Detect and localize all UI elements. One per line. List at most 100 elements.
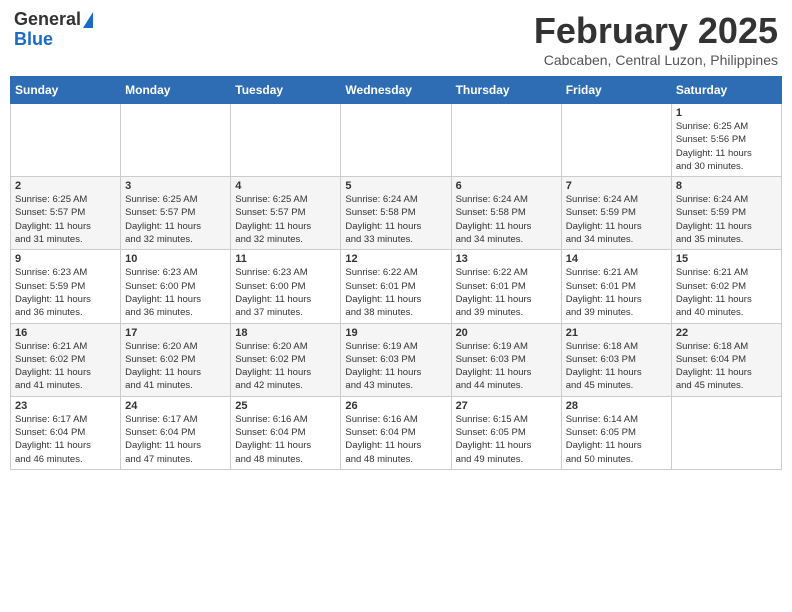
calendar-cell: 10Sunrise: 6:23 AM Sunset: 6:00 PM Dayli… — [121, 250, 231, 323]
day-number: 15 — [676, 253, 777, 265]
day-of-week-header: Wednesday — [341, 77, 451, 104]
calendar-cell — [451, 104, 561, 177]
day-info: Sunrise: 6:24 AM Sunset: 5:58 PM Dayligh… — [345, 193, 446, 246]
calendar-cell: 19Sunrise: 6:19 AM Sunset: 6:03 PM Dayli… — [341, 323, 451, 396]
day-number: 26 — [345, 400, 446, 412]
calendar-cell: 3Sunrise: 6:25 AM Sunset: 5:57 PM Daylig… — [121, 177, 231, 250]
logo-triangle-icon — [83, 12, 93, 28]
calendar-cell: 16Sunrise: 6:21 AM Sunset: 6:02 PM Dayli… — [11, 323, 121, 396]
day-number: 12 — [345, 253, 446, 265]
day-number: 16 — [15, 327, 116, 339]
day-number: 13 — [456, 253, 557, 265]
calendar-week-row: 1Sunrise: 6:25 AM Sunset: 5:56 PM Daylig… — [11, 104, 782, 177]
calendar-cell: 28Sunrise: 6:14 AM Sunset: 6:05 PM Dayli… — [561, 396, 671, 469]
day-number: 18 — [235, 327, 336, 339]
day-number: 24 — [125, 400, 226, 412]
day-info: Sunrise: 6:16 AM Sunset: 6:04 PM Dayligh… — [345, 413, 446, 466]
day-info: Sunrise: 6:25 AM Sunset: 5:56 PM Dayligh… — [676, 120, 777, 173]
day-info: Sunrise: 6:21 AM Sunset: 6:01 PM Dayligh… — [566, 266, 667, 319]
calendar-cell: 24Sunrise: 6:17 AM Sunset: 6:04 PM Dayli… — [121, 396, 231, 469]
day-number: 27 — [456, 400, 557, 412]
calendar-week-row: 2Sunrise: 6:25 AM Sunset: 5:57 PM Daylig… — [11, 177, 782, 250]
calendar-cell: 25Sunrise: 6:16 AM Sunset: 6:04 PM Dayli… — [231, 396, 341, 469]
calendar-cell: 1Sunrise: 6:25 AM Sunset: 5:56 PM Daylig… — [671, 104, 781, 177]
calendar-cell — [11, 104, 121, 177]
location-title: Cabcaben, Central Luzon, Philippines — [534, 52, 778, 68]
logo: General Blue — [14, 10, 93, 50]
page-header: General Blue February 2025 Cabcaben, Cen… — [10, 10, 782, 68]
calendar-cell: 11Sunrise: 6:23 AM Sunset: 6:00 PM Dayli… — [231, 250, 341, 323]
day-of-week-header: Monday — [121, 77, 231, 104]
calendar-week-row: 9Sunrise: 6:23 AM Sunset: 5:59 PM Daylig… — [11, 250, 782, 323]
calendar-cell: 2Sunrise: 6:25 AM Sunset: 5:57 PM Daylig… — [11, 177, 121, 250]
title-section: February 2025 Cabcaben, Central Luzon, P… — [534, 10, 778, 68]
calendar-cell: 5Sunrise: 6:24 AM Sunset: 5:58 PM Daylig… — [341, 177, 451, 250]
day-info: Sunrise: 6:24 AM Sunset: 5:59 PM Dayligh… — [676, 193, 777, 246]
calendar-week-row: 23Sunrise: 6:17 AM Sunset: 6:04 PM Dayli… — [11, 396, 782, 469]
day-number: 1 — [676, 107, 777, 119]
day-number: 25 — [235, 400, 336, 412]
day-info: Sunrise: 6:16 AM Sunset: 6:04 PM Dayligh… — [235, 413, 336, 466]
day-info: Sunrise: 6:23 AM Sunset: 6:00 PM Dayligh… — [235, 266, 336, 319]
calendar-cell: 23Sunrise: 6:17 AM Sunset: 6:04 PM Dayli… — [11, 396, 121, 469]
calendar-cell: 17Sunrise: 6:20 AM Sunset: 6:02 PM Dayli… — [121, 323, 231, 396]
calendar-cell: 22Sunrise: 6:18 AM Sunset: 6:04 PM Dayli… — [671, 323, 781, 396]
day-number: 3 — [125, 180, 226, 192]
day-number: 20 — [456, 327, 557, 339]
day-of-week-header: Saturday — [671, 77, 781, 104]
calendar-cell: 14Sunrise: 6:21 AM Sunset: 6:01 PM Dayli… — [561, 250, 671, 323]
day-number: 2 — [15, 180, 116, 192]
calendar-cell: 27Sunrise: 6:15 AM Sunset: 6:05 PM Dayli… — [451, 396, 561, 469]
day-number: 14 — [566, 253, 667, 265]
day-info: Sunrise: 6:21 AM Sunset: 6:02 PM Dayligh… — [676, 266, 777, 319]
day-number: 7 — [566, 180, 667, 192]
day-info: Sunrise: 6:20 AM Sunset: 6:02 PM Dayligh… — [125, 340, 226, 393]
day-of-week-header: Sunday — [11, 77, 121, 104]
day-info: Sunrise: 6:14 AM Sunset: 6:05 PM Dayligh… — [566, 413, 667, 466]
day-info: Sunrise: 6:20 AM Sunset: 6:02 PM Dayligh… — [235, 340, 336, 393]
day-info: Sunrise: 6:23 AM Sunset: 5:59 PM Dayligh… — [15, 266, 116, 319]
calendar-cell: 21Sunrise: 6:18 AM Sunset: 6:03 PM Dayli… — [561, 323, 671, 396]
calendar-cell: 4Sunrise: 6:25 AM Sunset: 5:57 PM Daylig… — [231, 177, 341, 250]
day-number: 23 — [15, 400, 116, 412]
calendar-cell — [671, 396, 781, 469]
day-info: Sunrise: 6:24 AM Sunset: 5:58 PM Dayligh… — [456, 193, 557, 246]
day-info: Sunrise: 6:22 AM Sunset: 6:01 PM Dayligh… — [345, 266, 446, 319]
day-number: 8 — [676, 180, 777, 192]
day-info: Sunrise: 6:18 AM Sunset: 6:04 PM Dayligh… — [676, 340, 777, 393]
calendar-cell — [231, 104, 341, 177]
calendar-table: SundayMondayTuesdayWednesdayThursdayFrid… — [10, 76, 782, 470]
day-info: Sunrise: 6:15 AM Sunset: 6:05 PM Dayligh… — [456, 413, 557, 466]
day-info: Sunrise: 6:23 AM Sunset: 6:00 PM Dayligh… — [125, 266, 226, 319]
calendar-cell: 8Sunrise: 6:24 AM Sunset: 5:59 PM Daylig… — [671, 177, 781, 250]
day-info: Sunrise: 6:22 AM Sunset: 6:01 PM Dayligh… — [456, 266, 557, 319]
day-number: 17 — [125, 327, 226, 339]
calendar-week-row: 16Sunrise: 6:21 AM Sunset: 6:02 PM Dayli… — [11, 323, 782, 396]
day-number: 28 — [566, 400, 667, 412]
day-number: 5 — [345, 180, 446, 192]
day-number: 4 — [235, 180, 336, 192]
calendar-cell — [561, 104, 671, 177]
day-number: 21 — [566, 327, 667, 339]
day-info: Sunrise: 6:17 AM Sunset: 6:04 PM Dayligh… — [15, 413, 116, 466]
day-info: Sunrise: 6:18 AM Sunset: 6:03 PM Dayligh… — [566, 340, 667, 393]
calendar-cell — [121, 104, 231, 177]
day-of-week-header: Friday — [561, 77, 671, 104]
day-info: Sunrise: 6:24 AM Sunset: 5:59 PM Dayligh… — [566, 193, 667, 246]
day-info: Sunrise: 6:25 AM Sunset: 5:57 PM Dayligh… — [15, 193, 116, 246]
month-title: February 2025 — [534, 10, 778, 52]
day-number: 22 — [676, 327, 777, 339]
calendar-cell: 15Sunrise: 6:21 AM Sunset: 6:02 PM Dayli… — [671, 250, 781, 323]
calendar-cell: 9Sunrise: 6:23 AM Sunset: 5:59 PM Daylig… — [11, 250, 121, 323]
day-info: Sunrise: 6:17 AM Sunset: 6:04 PM Dayligh… — [125, 413, 226, 466]
calendar-cell: 26Sunrise: 6:16 AM Sunset: 6:04 PM Dayli… — [341, 396, 451, 469]
day-info: Sunrise: 6:21 AM Sunset: 6:02 PM Dayligh… — [15, 340, 116, 393]
calendar-cell: 20Sunrise: 6:19 AM Sunset: 6:03 PM Dayli… — [451, 323, 561, 396]
day-of-week-header: Tuesday — [231, 77, 341, 104]
day-info: Sunrise: 6:19 AM Sunset: 6:03 PM Dayligh… — [345, 340, 446, 393]
day-number: 11 — [235, 253, 336, 265]
calendar-cell: 7Sunrise: 6:24 AM Sunset: 5:59 PM Daylig… — [561, 177, 671, 250]
day-number: 6 — [456, 180, 557, 192]
day-number: 9 — [15, 253, 116, 265]
calendar-header-row: SundayMondayTuesdayWednesdayThursdayFrid… — [11, 77, 782, 104]
